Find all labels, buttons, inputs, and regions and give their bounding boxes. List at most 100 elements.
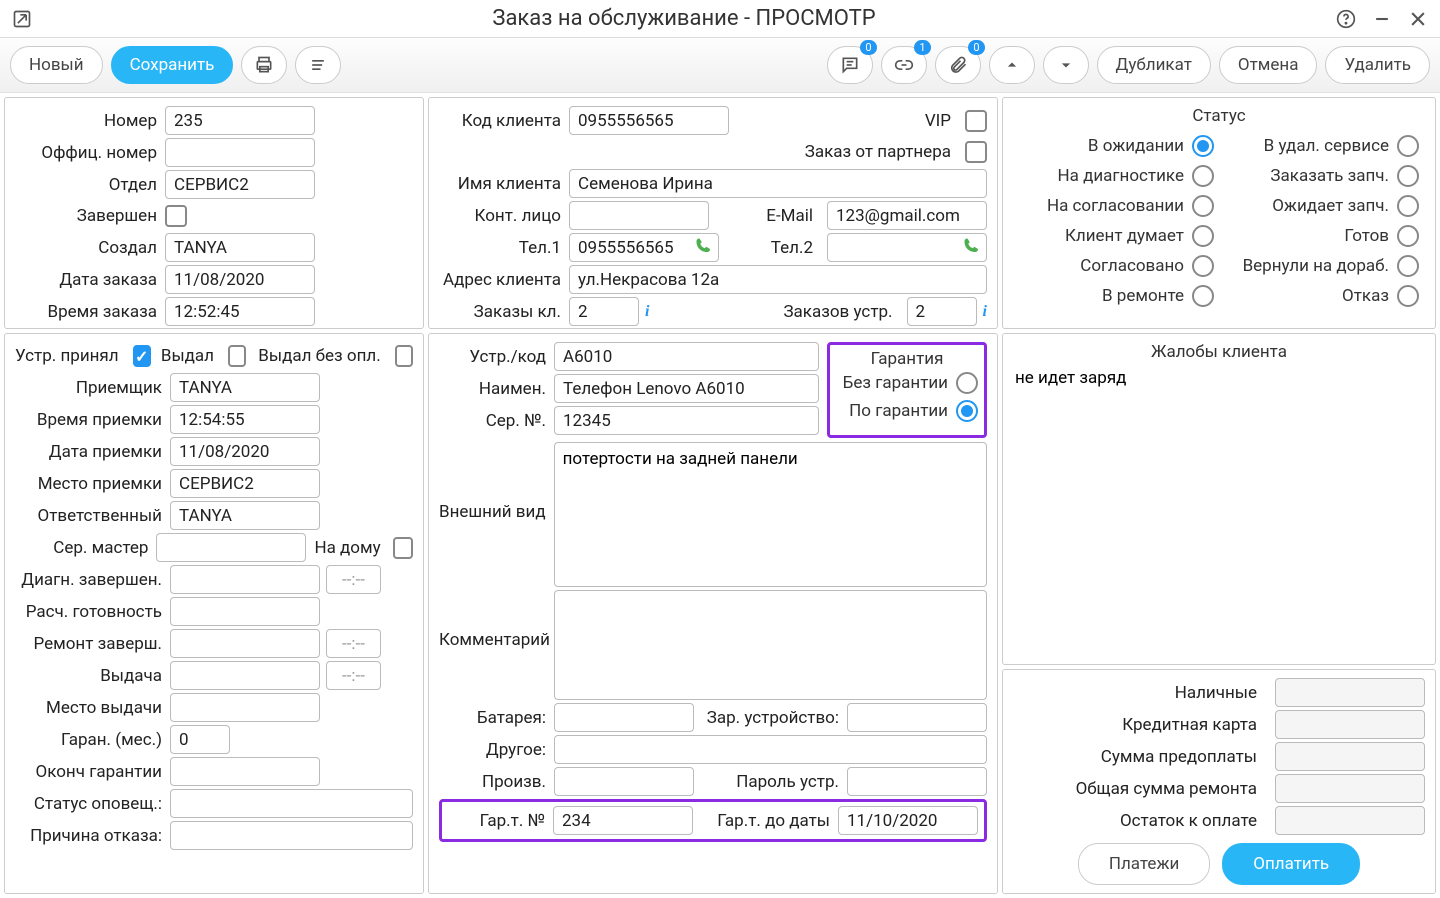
warranty-yes-radio[interactable] [956,400,978,422]
status-radio[interactable] [1397,135,1419,157]
recvplace-input[interactable] [170,469,320,498]
notify-input[interactable] [170,789,413,818]
recvdate-input[interactable] [170,437,320,466]
status-radio[interactable] [1192,135,1214,157]
status-radio[interactable] [1192,165,1214,187]
gdate-input[interactable] [838,806,978,835]
core-panel: Номер Оффиц. номер Отдел Завершен Создал… [4,97,424,329]
password-input[interactable] [847,767,987,796]
appearance-textarea[interactable] [554,442,987,587]
help-icon[interactable] [1334,7,1358,31]
tel2-label: Тел.2 [771,238,821,258]
close-icon[interactable] [1406,7,1430,31]
new-button[interactable]: Новый [10,46,103,84]
complaints-textarea[interactable] [1013,366,1425,566]
maker-input[interactable] [554,767,694,796]
status-heading: Статус [1013,106,1425,126]
email-input[interactable] [827,201,987,230]
minimize-icon[interactable] [1370,7,1394,31]
tel1-label: Тел.1 [439,238,569,258]
save-button[interactable]: Сохранить [111,46,234,84]
repdone-input[interactable] [170,629,320,658]
repdone-time-input[interactable] [326,629,381,658]
status-radio[interactable] [1192,285,1214,307]
notify-label: Статус оповещ.: [15,794,170,814]
estready-input[interactable] [170,597,320,626]
status-radio[interactable] [1192,225,1214,247]
issueplace-input[interactable] [170,693,320,722]
issued-nopay-checkbox[interactable] [395,345,413,367]
gnum-input[interactable] [553,806,693,835]
home-checkbox[interactable] [393,537,413,559]
print-button[interactable] [241,46,287,84]
client-name-input[interactable] [569,169,987,198]
down-button[interactable] [1043,46,1089,84]
up-button[interactable] [989,46,1035,84]
pay-button[interactable]: Оплатить [1222,843,1360,885]
warranty-none-radio[interactable] [956,372,978,394]
status-radio[interactable] [1397,195,1419,217]
cash-input[interactable] [1275,678,1425,707]
attach-badge: 0 [968,40,984,55]
contact-input[interactable] [569,201,709,230]
popout-icon[interactable] [10,7,34,31]
delete-button[interactable]: Удалить [1325,46,1430,84]
partner-checkbox[interactable] [965,141,987,163]
client-code-input[interactable] [569,106,729,135]
battery-label: Батарея: [439,708,554,728]
responsible-input[interactable] [170,501,320,530]
status-radio[interactable] [1397,225,1419,247]
phone-icon[interactable] [963,237,981,259]
serial-input[interactable] [554,406,819,435]
number-input[interactable] [165,106,315,135]
devcode-input[interactable] [554,342,819,371]
window-title: Заказ на обслуживание - ПРОСМОТР [34,6,1334,31]
orderdate-input[interactable] [165,265,315,294]
menu-button[interactable] [295,46,341,84]
ordertime-input[interactable] [165,297,315,326]
status-label: Вернули на дораб. [1243,256,1389,276]
info-icon[interactable]: i [983,303,987,321]
warranty-end-input[interactable] [170,757,320,786]
charger-input[interactable] [847,703,987,732]
devname-input[interactable] [554,374,819,403]
created-input[interactable] [165,233,315,262]
payments-button[interactable]: Платежи [1078,843,1210,885]
status-radio[interactable] [1397,255,1419,277]
vip-checkbox[interactable] [965,110,987,132]
phone-icon[interactable] [695,237,713,259]
battery-input[interactable] [554,703,694,732]
issue-input[interactable] [170,661,320,690]
cancel-button[interactable]: Отмена [1219,46,1318,84]
status-radio[interactable] [1397,285,1419,307]
comment-textarea[interactable] [554,590,987,700]
recvtime-input[interactable] [170,405,320,434]
status-radio[interactable] [1192,195,1214,217]
other-input[interactable] [554,735,987,764]
issued-checkbox[interactable] [228,345,246,367]
diagdone-input[interactable] [170,565,320,594]
receiver-input[interactable] [170,373,320,402]
received-checkbox[interactable] [133,345,151,367]
status-radio[interactable] [1397,165,1419,187]
addr-input[interactable] [569,265,987,294]
warranty-mo-input[interactable] [170,725,230,754]
total-label: Общая сумма ремонта [1013,779,1265,799]
issue-time-input[interactable] [326,661,381,690]
card-input[interactable] [1275,710,1425,739]
prepay-input[interactable] [1275,742,1425,771]
diagdone-time-input[interactable] [326,565,381,594]
offnum-input[interactable] [165,138,315,167]
remain-input[interactable] [1275,806,1425,835]
completed-checkbox[interactable] [165,205,187,227]
info-icon[interactable]: i [645,303,649,321]
password-label: Пароль устр. [694,772,847,792]
status-radio[interactable] [1192,255,1214,277]
duplicate-button[interactable]: Дубликат [1097,46,1211,84]
clientorders-input[interactable] [569,297,639,326]
master-input[interactable] [156,533,306,562]
devorders-input[interactable] [907,297,977,326]
total-input[interactable] [1275,774,1425,803]
refuse-input[interactable] [170,821,413,850]
dept-input[interactable] [165,170,315,199]
